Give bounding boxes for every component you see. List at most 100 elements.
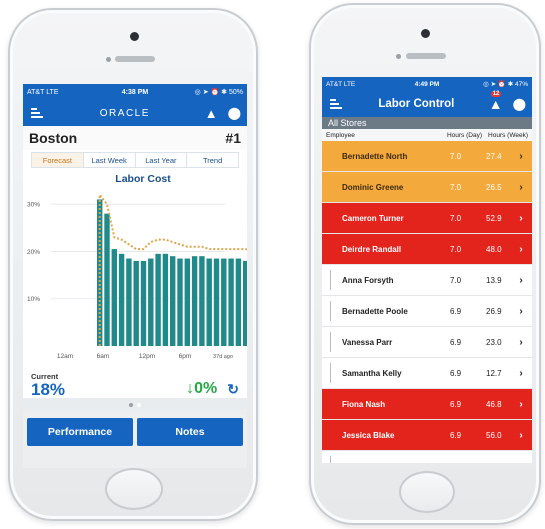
hours-day: 6.9	[450, 368, 462, 378]
page-dot-active	[129, 403, 133, 407]
employee-row[interactable]: Deirdre Randall 7.0 48.0 ›	[322, 234, 532, 265]
hours-week: 27.4	[486, 151, 502, 161]
refresh-icon[interactable]: ↻	[227, 381, 239, 398]
employee-row[interactable]: Jessica Blake 6.9 56.0 ›	[322, 420, 532, 451]
col-hours-week: Hours (Week)	[488, 131, 528, 139]
employee-row[interactable]: Dominic Greene 7.0 26.5 ›	[322, 172, 532, 203]
chart-bar	[133, 260, 139, 346]
chart-bar	[104, 213, 110, 346]
status-bar: AT&T LTE 4:49 PM ◎ ➤ ⏰ ✱ 47%	[322, 77, 532, 91]
chevron-right-icon[interactable]: ›	[514, 213, 528, 224]
col-hours-day: Hours (Day)	[446, 131, 482, 139]
chart-bar	[111, 249, 117, 346]
employee-name: Bernadette North	[342, 151, 408, 161]
y-tick-label: 20%	[27, 249, 40, 256]
employee-name: Anna Forsyth	[342, 275, 394, 285]
employee-name: Cameron Turner	[342, 213, 404, 223]
chevron-right-icon[interactable]: ›	[514, 182, 528, 193]
employee-name: Bernadette Poole	[342, 306, 408, 316]
employee-name: Fiona Nash	[342, 399, 386, 409]
hours-week: 52.9	[486, 213, 502, 223]
chart-title: Labor Cost	[115, 173, 171, 185]
clock-text: 4:38 PM	[121, 88, 149, 96]
home-button[interactable]	[105, 468, 163, 510]
alert-badge: 12	[490, 91, 502, 97]
tab-last-year[interactable]: Last Year	[136, 153, 188, 167]
chart-bar	[170, 256, 176, 346]
notes-button[interactable]: Notes	[137, 418, 243, 446]
employee-name: Samantha Kelly	[342, 368, 402, 378]
period-tabs: Forecast Last Week Last Year Trend	[31, 152, 239, 168]
menu-icon[interactable]	[29, 106, 45, 120]
home-button[interactable]	[399, 471, 455, 513]
chevron-right-icon[interactable]: ›	[514, 151, 528, 162]
employee-row[interactable]: Bernadette North 7.0 27.4 ›	[322, 141, 532, 172]
store-rank: #1	[225, 130, 241, 146]
chevron-right-icon[interactable]: ›	[514, 399, 528, 410]
labor-cost-chart: Labor Cost 30% 20% 10% 12am 6am 12pm 6pm 37d ag…	[23, 168, 247, 364]
chart-bar	[148, 258, 154, 346]
tab-trend[interactable]: Trend	[187, 153, 238, 167]
chart-bar	[155, 253, 161, 346]
hours-week: 22.7	[486, 462, 514, 464]
stage: AT&T LTE 4:38 PM ◎ ➤ ⏰ ✱ 50% ORACLE ▲ ⬤ …	[0, 0, 545, 529]
left-phone: AT&T LTE 4:38 PM ◎ ➤ ⏰ ✱ 50% ORACLE ▲ ⬤ …	[8, 8, 258, 521]
employee-row[interactable]: Bernadette Poole 6.9 26.9 ›	[322, 296, 532, 327]
chevron-right-icon[interactable]: ›	[514, 244, 528, 255]
oracle-logo: ORACLE	[99, 107, 150, 119]
chevron-right-icon[interactable]: ›	[514, 430, 528, 441]
clock-text: 4:49 PM	[414, 80, 440, 88]
y-tick-label: 10%	[27, 296, 40, 303]
page-dot	[137, 403, 141, 407]
carrier-text: AT&T LTE	[27, 88, 59, 96]
chevron-right-icon[interactable]: ›	[514, 368, 528, 379]
hours-week: 26.9	[486, 306, 502, 316]
menu-icon[interactable]	[328, 97, 344, 111]
chart-bar	[213, 258, 220, 346]
hours-week: 26.5	[486, 182, 502, 192]
employee-name: Jessica Blake	[342, 430, 395, 440]
employee-row[interactable]: Samantha Kelly 6.9 12.7 ›	[322, 358, 532, 389]
x-tick-label: 12am	[57, 353, 73, 360]
earpiece-speaker	[115, 56, 155, 62]
employee-row[interactable]: Fiona Nash 6.9 46.8 ›	[322, 389, 532, 420]
hours-week: 23.0	[486, 337, 502, 347]
employee-row[interactable]: Vanessa Parr 6.9 23.0 ›	[322, 327, 532, 358]
carrier-text: AT&T LTE	[326, 80, 356, 88]
store-name: Boston	[29, 130, 78, 146]
chevron-right-icon[interactable]: ›	[514, 306, 528, 317]
hours-day: 6.9	[450, 462, 486, 464]
chart-bar	[221, 258, 227, 346]
chevron-right-icon[interactable]: ›	[514, 337, 528, 348]
x-tick-label: 37d ago	[213, 354, 233, 360]
front-camera	[130, 32, 139, 41]
current-summary: Current 18% ↓0% ↻	[23, 364, 247, 398]
performance-button[interactable]: Performance	[27, 418, 133, 446]
hours-day: 7.0	[450, 182, 462, 192]
hours-day: 6.9	[450, 430, 462, 440]
hours-day: 6.9	[450, 337, 462, 347]
employee-row[interactable]: Anna Forsyth 7.0 13.9 ›	[322, 265, 532, 296]
employee-row[interactable]: Cameron Turner 7.0 52.9 ›	[322, 203, 532, 234]
employee-name: Dominic Greene	[342, 182, 404, 192]
y-tick-label: 30%	[27, 202, 40, 209]
location-pin-icon[interactable]: ⬤	[513, 97, 526, 111]
chevron-right-icon[interactable]: ›	[514, 461, 528, 464]
tab-forecast[interactable]: Forecast	[32, 153, 84, 167]
location-pin-icon[interactable]: ⬤	[228, 106, 241, 120]
hours-week: 56.0	[486, 430, 502, 440]
chart-bar	[206, 258, 212, 346]
chart-bar	[162, 253, 169, 346]
chart-bar	[228, 258, 234, 346]
hours-week: 46.8	[486, 399, 502, 409]
employee-row[interactable]: John Vaughan6.922.7›	[322, 451, 532, 463]
chart-bar	[177, 258, 183, 346]
employee-name: John Vaughan	[342, 462, 450, 464]
chevron-right-icon[interactable]: ›	[514, 275, 528, 286]
alert-icon[interactable]: ▲ 12	[489, 91, 503, 112]
warning-icon[interactable]: ▲	[205, 106, 218, 121]
tab-last-week[interactable]: Last Week	[84, 153, 136, 167]
chart-bar	[184, 258, 190, 346]
sensor-dot	[106, 57, 111, 62]
hours-day: 7.0	[450, 213, 462, 223]
